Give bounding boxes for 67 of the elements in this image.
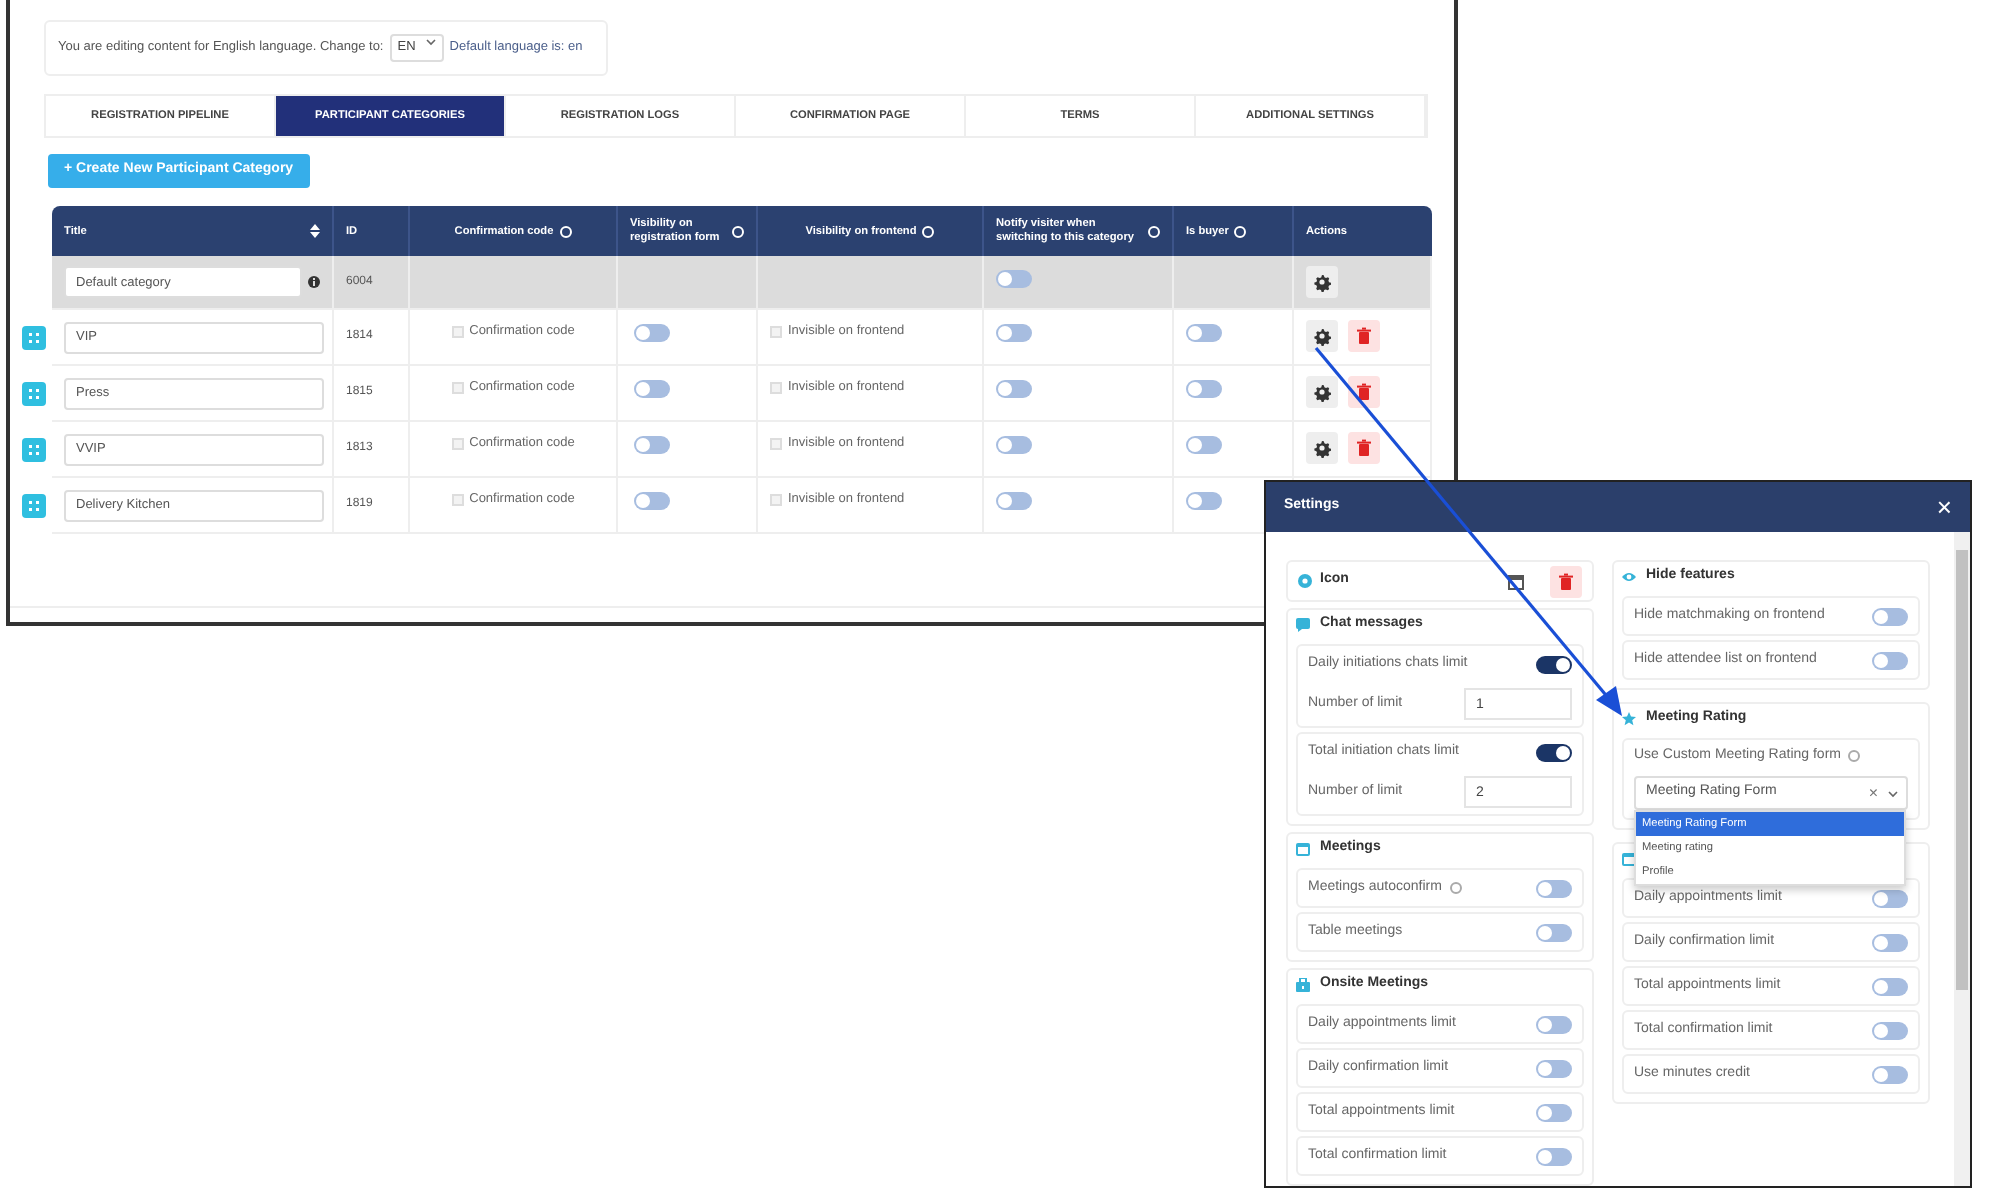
- toggle-switch[interactable]: [634, 492, 670, 511]
- info-icon: [308, 276, 320, 289]
- close-button[interactable]: ×: [1936, 494, 1952, 520]
- toggle-switch[interactable]: [1536, 743, 1572, 761]
- gear-icon: [1312, 326, 1332, 347]
- settings-button[interactable]: [1306, 432, 1338, 465]
- toggle-switch[interactable]: [996, 436, 1032, 455]
- delete-button[interactable]: [1348, 432, 1380, 465]
- checkbox[interactable]: [451, 494, 464, 507]
- toggle-switch[interactable]: [634, 324, 670, 343]
- toggle-switch[interactable]: [1536, 1147, 1572, 1165]
- checkbox[interactable]: [770, 438, 782, 451]
- settings-button[interactable]: [1306, 265, 1338, 298]
- toggle-switch[interactable]: [1536, 923, 1572, 941]
- calendar-icon: [1508, 573, 1524, 589]
- caret-icon: [425, 38, 436, 47]
- checkbox[interactable]: [770, 326, 782, 339]
- sort-icon[interactable]: [310, 224, 320, 239]
- toggle-switch[interactable]: [1872, 1065, 1908, 1083]
- delete-button[interactable]: [1550, 565, 1582, 597]
- trash-icon: [1354, 382, 1374, 403]
- trash-icon: [1354, 326, 1374, 347]
- toggle-switch[interactable]: [1186, 436, 1222, 455]
- toggle-switch[interactable]: [1186, 380, 1222, 399]
- toggle-switch[interactable]: [1872, 1021, 1908, 1039]
- toggle-switch[interactable]: [1536, 1103, 1572, 1121]
- toggle-switch[interactable]: [634, 436, 670, 455]
- toggle-switch[interactable]: [996, 380, 1032, 399]
- delete-button[interactable]: [1348, 320, 1380, 353]
- scrollbar-thumb[interactable]: [1956, 550, 1968, 990]
- calendar-icon: [1296, 842, 1310, 856]
- gear-icon: [1312, 271, 1332, 292]
- toggle-switch[interactable]: [996, 324, 1032, 343]
- checkbox[interactable]: [770, 382, 782, 395]
- gear-icon: [1312, 438, 1332, 459]
- toggle-switch[interactable]: [1536, 655, 1572, 673]
- toggle-switch[interactable]: [996, 492, 1032, 511]
- circle-icon: [1298, 574, 1312, 588]
- settings-button[interactable]: [1306, 320, 1338, 353]
- delete-button[interactable]: [1348, 376, 1380, 409]
- toggle-switch[interactable]: [1872, 933, 1908, 951]
- toggle-switch[interactable]: [1186, 492, 1222, 511]
- settings-button[interactable]: [1306, 376, 1338, 409]
- toggle-switch[interactable]: [1536, 879, 1572, 897]
- checkbox[interactable]: [451, 326, 464, 339]
- trash-icon: [1354, 438, 1374, 459]
- checkbox[interactable]: [770, 494, 782, 507]
- trash-icon: [1556, 571, 1576, 591]
- clear-button[interactable]: ×: [1868, 785, 1878, 801]
- caret-icon: [1888, 789, 1898, 797]
- scrollbar[interactable]: [1954, 532, 1970, 1186]
- chat-icon: [1296, 618, 1310, 632]
- star-icon: [1622, 712, 1636, 726]
- toggle-switch[interactable]: [1872, 977, 1908, 995]
- toggle-switch[interactable]: [1186, 324, 1222, 343]
- briefcase-icon: [1296, 978, 1310, 992]
- toggle-switch[interactable]: [1536, 1015, 1572, 1033]
- toggle-switch[interactable]: [996, 269, 1032, 288]
- toggle-switch[interactable]: [634, 380, 670, 399]
- eye-icon: [1622, 570, 1636, 584]
- toggle-switch[interactable]: [1872, 889, 1908, 907]
- toggle-switch[interactable]: [1872, 651, 1908, 669]
- toggle-switch[interactable]: [1872, 607, 1908, 625]
- checkbox[interactable]: [451, 382, 464, 395]
- toggle-switch[interactable]: [1536, 1059, 1572, 1077]
- checkbox[interactable]: [451, 438, 464, 451]
- gear-icon: [1312, 382, 1332, 403]
